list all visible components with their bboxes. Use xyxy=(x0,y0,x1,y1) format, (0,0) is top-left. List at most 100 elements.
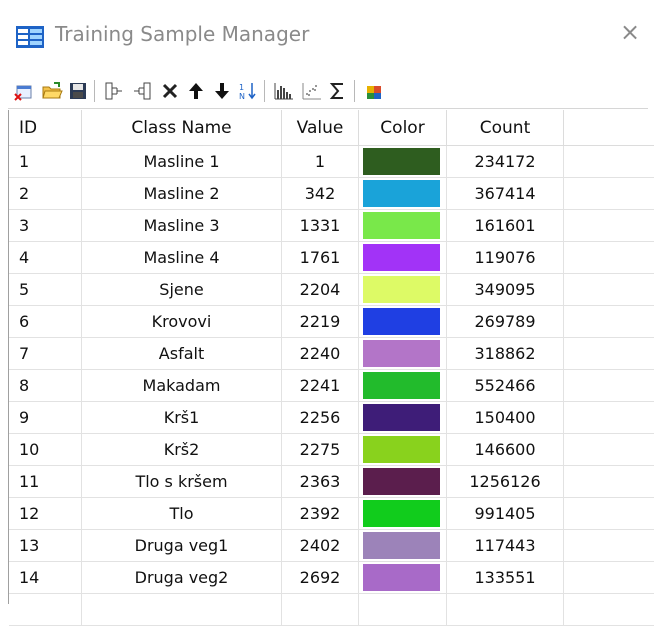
cell-id[interactable]: 3 xyxy=(9,210,82,242)
column-header-id[interactable]: ID xyxy=(9,110,82,146)
cell-value[interactable]: 2204 xyxy=(282,274,359,306)
cell-value[interactable]: 1 xyxy=(282,146,359,178)
table-row[interactable]: 9 Krš1 2256 150400 xyxy=(9,402,654,434)
cell-count[interactable]: 146600 xyxy=(447,434,564,466)
table-row[interactable]: 13 Druga veg1 2402 117443 xyxy=(9,530,654,562)
cell-id[interactable]: 6 xyxy=(9,306,82,338)
cell-count[interactable]: 552466 xyxy=(447,370,564,402)
cell-class-name[interactable]: Druga veg1 xyxy=(82,530,282,562)
cell-value[interactable]: 2256 xyxy=(282,402,359,434)
cell-id[interactable]: 2 xyxy=(9,178,82,210)
table-row[interactable]: 3 Masline 3 1331 161601 xyxy=(9,210,654,242)
color-swatch[interactable] xyxy=(363,468,440,495)
column-header-count[interactable]: Count xyxy=(447,110,564,146)
color-swatch[interactable] xyxy=(363,372,440,399)
cell-value[interactable]: 1761 xyxy=(282,242,359,274)
move-down-icon[interactable] xyxy=(210,79,234,103)
cell-class-name[interactable]: Asfalt xyxy=(82,338,282,370)
cell-class-name[interactable]: Krš2 xyxy=(82,434,282,466)
cell-class-name[interactable]: Masline 4 xyxy=(82,242,282,274)
save-icon[interactable] xyxy=(66,79,90,103)
cell-class-name[interactable]: Masline 2 xyxy=(82,178,282,210)
table-row[interactable]: 5 Sjene 2204 349095 xyxy=(9,274,654,306)
cell-class-name[interactable]: Tlo s kršem xyxy=(82,466,282,498)
column-header-class-name[interactable]: Class Name xyxy=(82,110,282,146)
table-row[interactable]: 4 Masline 4 1761 119076 xyxy=(9,242,654,274)
cell-class-name[interactable]: Druga veg2 xyxy=(82,562,282,594)
color-swatch[interactable] xyxy=(363,148,440,175)
color-swatch[interactable] xyxy=(363,340,440,367)
cell-color[interactable] xyxy=(359,210,447,242)
cell-class-name[interactable]: Masline 3 xyxy=(82,210,282,242)
cell-value[interactable]: 2275 xyxy=(282,434,359,466)
cell-count[interactable]: 117443 xyxy=(447,530,564,562)
table-row[interactable]: 6 Krovovi 2219 269789 xyxy=(9,306,654,338)
cell-count[interactable]: 318862 xyxy=(447,338,564,370)
cell-id[interactable]: 10 xyxy=(9,434,82,466)
cell-color[interactable] xyxy=(359,498,447,530)
sort-icon[interactable]: 1N xyxy=(236,79,260,103)
histogram-icon[interactable] xyxy=(272,79,296,103)
cell-color[interactable] xyxy=(359,562,447,594)
color-swatch[interactable] xyxy=(363,404,440,431)
cell-value[interactable]: 1331 xyxy=(282,210,359,242)
close-button[interactable]: × xyxy=(618,20,642,44)
color-swatch[interactable] xyxy=(363,180,440,207)
merge-icon[interactable] xyxy=(102,79,126,103)
cell-count[interactable]: 367414 xyxy=(447,178,564,210)
table-row[interactable]: 12 Tlo 2392 991405 xyxy=(9,498,654,530)
cell-class-name[interactable]: Krovovi xyxy=(82,306,282,338)
delete-icon[interactable] xyxy=(158,79,182,103)
table-row[interactable]: 1 Masline 1 1 234172 xyxy=(9,146,654,178)
table-row[interactable]: 11 Tlo s kršem 2363 1256126 xyxy=(9,466,654,498)
new-icon[interactable] xyxy=(12,79,36,103)
color-swatch[interactable] xyxy=(363,244,440,271)
cell-class-name[interactable]: Sjene xyxy=(82,274,282,306)
cell-id[interactable]: 8 xyxy=(9,370,82,402)
cell-color[interactable] xyxy=(359,146,447,178)
cell-count[interactable]: 1256126 xyxy=(447,466,564,498)
split-icon[interactable] xyxy=(130,79,154,103)
cell-id[interactable]: 14 xyxy=(9,562,82,594)
table-row[interactable]: 8 Makadam 2241 552466 xyxy=(9,370,654,402)
table-row[interactable]: 7 Asfalt 2240 318862 xyxy=(9,338,654,370)
column-header-color[interactable]: Color xyxy=(359,110,447,146)
cell-count[interactable]: 991405 xyxy=(447,498,564,530)
cell-id[interactable]: 13 xyxy=(9,530,82,562)
cell-color[interactable] xyxy=(359,466,447,498)
cell-color[interactable] xyxy=(359,338,447,370)
table-row[interactable]: 10 Krš2 2275 146600 xyxy=(9,434,654,466)
cell-count[interactable]: 269789 xyxy=(447,306,564,338)
color-swatch[interactable] xyxy=(363,500,440,527)
cell-value[interactable]: 2363 xyxy=(282,466,359,498)
cell-id[interactable]: 12 xyxy=(9,498,82,530)
scatter-icon[interactable] xyxy=(300,79,324,103)
cell-id[interactable]: 1 xyxy=(9,146,82,178)
cell-count[interactable]: 161601 xyxy=(447,210,564,242)
cell-value[interactable]: 2402 xyxy=(282,530,359,562)
cell-color[interactable] xyxy=(359,402,447,434)
color-swatch[interactable] xyxy=(363,532,440,559)
cell-class-name[interactable]: Masline 1 xyxy=(82,146,282,178)
color-swatch[interactable] xyxy=(363,276,440,303)
cell-id[interactable]: 9 xyxy=(9,402,82,434)
column-header-value[interactable]: Value xyxy=(282,110,359,146)
cell-count[interactable]: 234172 xyxy=(447,146,564,178)
cell-count[interactable]: 349095 xyxy=(447,274,564,306)
cell-id[interactable]: 7 xyxy=(9,338,82,370)
color-swatch[interactable] xyxy=(363,212,440,239)
cell-class-name[interactable]: Tlo xyxy=(82,498,282,530)
cell-id[interactable]: 4 xyxy=(9,242,82,274)
cell-color[interactable] xyxy=(359,434,447,466)
cell-class-name[interactable]: Makadam xyxy=(82,370,282,402)
color-swatch[interactable] xyxy=(363,308,440,335)
color-swatch[interactable] xyxy=(363,564,440,591)
cell-class-name[interactable]: Krš1 xyxy=(82,402,282,434)
color-palette-icon[interactable] xyxy=(362,79,386,103)
cell-color[interactable] xyxy=(359,370,447,402)
statistics-icon[interactable] xyxy=(326,79,350,103)
cell-id[interactable]: 5 xyxy=(9,274,82,306)
cell-color[interactable] xyxy=(359,178,447,210)
cell-count[interactable]: 150400 xyxy=(447,402,564,434)
cell-value[interactable]: 2692 xyxy=(282,562,359,594)
